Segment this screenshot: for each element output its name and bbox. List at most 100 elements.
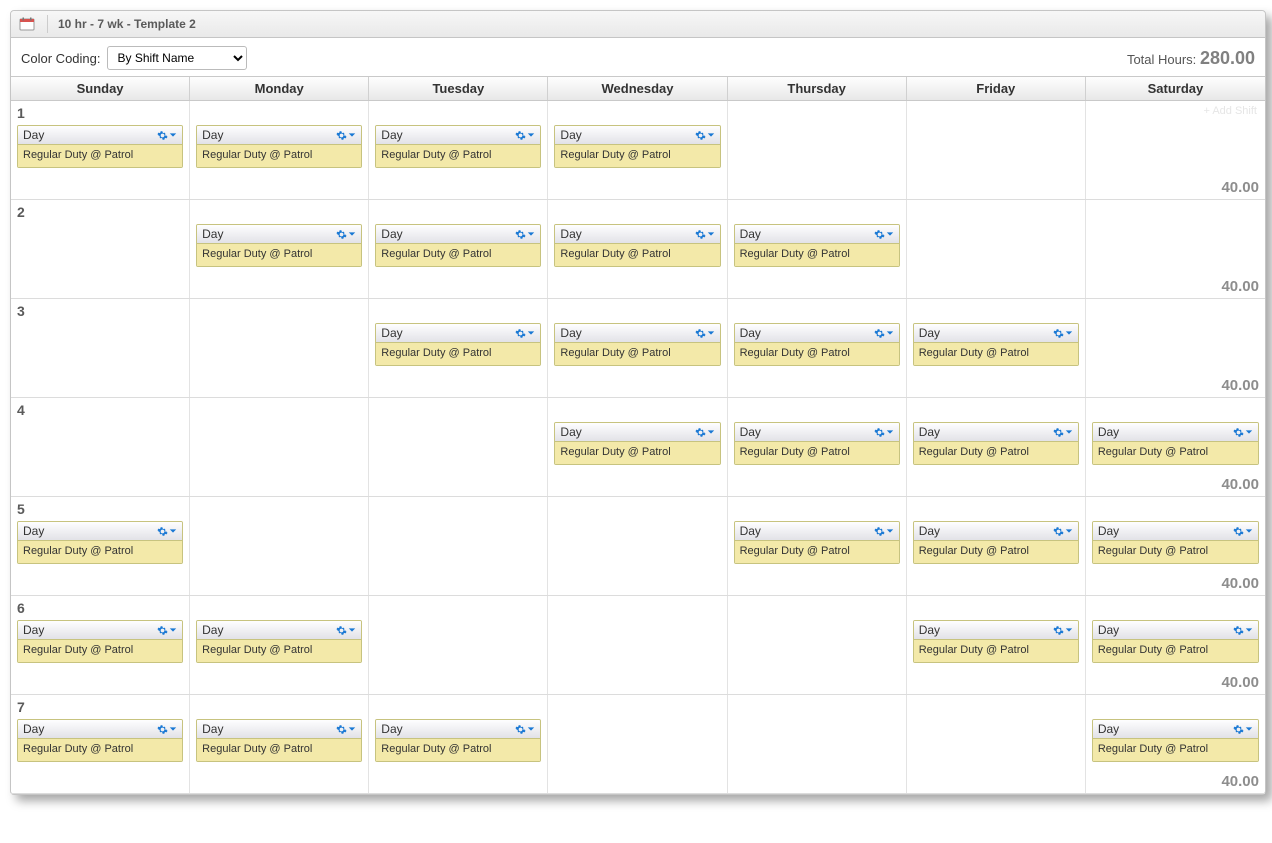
day-cell[interactable]	[907, 101, 1086, 199]
day-cell[interactable]: DayRegular Duty @ Patrol	[369, 101, 548, 199]
day-cell[interactable]: DayRegular Duty @ Patrol	[190, 101, 369, 199]
shift-menu-button[interactable]	[515, 724, 535, 735]
day-cell[interactable]: DayRegular Duty @ Patrol	[728, 497, 907, 595]
shift-card[interactable]: DayRegular Duty @ Patrol	[17, 719, 183, 762]
day-cell[interactable]	[369, 596, 548, 694]
color-coding-select[interactable]: By Shift Name	[107, 46, 247, 70]
shift-card[interactable]: DayRegular Duty @ Patrol	[734, 323, 900, 366]
shift-menu-button[interactable]	[695, 130, 715, 141]
add-shift-link[interactable]: + Add Shift	[1203, 105, 1257, 117]
shift-menu-button[interactable]	[1053, 625, 1073, 636]
day-cell[interactable]: DayRegular Duty @ Patrol	[190, 596, 369, 694]
day-cell[interactable]	[548, 695, 727, 793]
day-cell[interactable]: DayRegular Duty @ Patrol	[907, 398, 1086, 496]
day-cell[interactable]: DayRegular Duty @ Patrol	[728, 398, 907, 496]
day-cell[interactable]: DayRegular Duty @ Patrol	[548, 398, 727, 496]
shift-menu-button[interactable]	[515, 328, 535, 339]
day-cell[interactable]: DayRegular Duty @ Patrol	[190, 200, 369, 298]
shift-card[interactable]: DayRegular Duty @ Patrol	[1092, 521, 1259, 564]
day-cell[interactable]	[728, 101, 907, 199]
shift-card[interactable]: DayRegular Duty @ Patrol	[734, 422, 900, 465]
shift-menu-button[interactable]	[874, 526, 894, 537]
day-cell[interactable]	[728, 596, 907, 694]
day-cell[interactable]	[190, 398, 369, 496]
day-cell[interactable]: DayRegular Duty @ Patrol	[190, 695, 369, 793]
day-cell[interactable]: + Add Shift40.00	[1086, 101, 1265, 199]
day-cell[interactable]: DayRegular Duty @ Patrol	[548, 101, 727, 199]
shift-card[interactable]: DayRegular Duty @ Patrol	[554, 323, 720, 366]
shift-card[interactable]: DayRegular Duty @ Patrol	[913, 620, 1079, 663]
shift-menu-button[interactable]	[336, 130, 356, 141]
shift-menu-button[interactable]	[336, 625, 356, 636]
day-cell[interactable]: DayRegular Duty @ Patrol40.00	[1086, 398, 1265, 496]
day-cell[interactable]	[190, 497, 369, 595]
shift-card[interactable]: DayRegular Duty @ Patrol	[375, 224, 541, 267]
shift-card[interactable]: DayRegular Duty @ Patrol	[196, 719, 362, 762]
day-cell[interactable]: DayRegular Duty @ Patrol40.00	[1086, 596, 1265, 694]
shift-menu-button[interactable]	[695, 427, 715, 438]
day-cell[interactable]	[369, 497, 548, 595]
day-cell[interactable]: 3	[11, 299, 190, 397]
day-cell[interactable]: DayRegular Duty @ Patrol	[728, 200, 907, 298]
day-cell[interactable]: 5DayRegular Duty @ Patrol	[11, 497, 190, 595]
shift-menu-button[interactable]	[1233, 427, 1253, 438]
shift-card[interactable]: DayRegular Duty @ Patrol	[1092, 620, 1259, 663]
shift-menu-button[interactable]	[157, 130, 177, 141]
shift-card[interactable]: DayRegular Duty @ Patrol	[734, 224, 900, 267]
day-cell[interactable]: 40.00	[1086, 200, 1265, 298]
shift-menu-button[interactable]	[874, 229, 894, 240]
shift-card[interactable]: DayRegular Duty @ Patrol	[17, 521, 183, 564]
shift-menu-button[interactable]	[1233, 625, 1253, 636]
day-cell[interactable]: DayRegular Duty @ Patrol	[369, 695, 548, 793]
shift-menu-button[interactable]	[1053, 427, 1073, 438]
shift-menu-button[interactable]	[1053, 328, 1073, 339]
shift-menu-button[interactable]	[1053, 526, 1073, 537]
day-cell[interactable]: 4	[11, 398, 190, 496]
shift-menu-button[interactable]	[336, 229, 356, 240]
day-cell[interactable]	[907, 200, 1086, 298]
shift-card[interactable]: DayRegular Duty @ Patrol	[375, 125, 541, 168]
shift-menu-button[interactable]	[874, 427, 894, 438]
day-cell[interactable]: DayRegular Duty @ Patrol	[369, 299, 548, 397]
day-cell[interactable]	[190, 299, 369, 397]
shift-card[interactable]: DayRegular Duty @ Patrol	[17, 620, 183, 663]
shift-menu-button[interactable]	[1233, 526, 1253, 537]
shift-menu-button[interactable]	[157, 526, 177, 537]
day-cell[interactable]: DayRegular Duty @ Patrol40.00	[1086, 497, 1265, 595]
shift-menu-button[interactable]	[1233, 724, 1253, 735]
shift-menu-button[interactable]	[157, 625, 177, 636]
day-cell[interactable]	[548, 497, 727, 595]
shift-card[interactable]: DayRegular Duty @ Patrol	[17, 125, 183, 168]
shift-card[interactable]: DayRegular Duty @ Patrol	[375, 719, 541, 762]
shift-menu-button[interactable]	[695, 229, 715, 240]
shift-card[interactable]: DayRegular Duty @ Patrol	[913, 422, 1079, 465]
day-cell[interactable]: 1DayRegular Duty @ Patrol	[11, 101, 190, 199]
day-cell[interactable]: 2	[11, 200, 190, 298]
shift-card[interactable]: DayRegular Duty @ Patrol	[554, 422, 720, 465]
shift-menu-button[interactable]	[515, 229, 535, 240]
shift-menu-button[interactable]	[157, 724, 177, 735]
shift-card[interactable]: DayRegular Duty @ Patrol	[196, 224, 362, 267]
shift-menu-button[interactable]	[695, 328, 715, 339]
shift-card[interactable]: DayRegular Duty @ Patrol	[734, 521, 900, 564]
shift-menu-button[interactable]	[874, 328, 894, 339]
shift-card[interactable]: DayRegular Duty @ Patrol	[196, 125, 362, 168]
day-cell[interactable]: 7DayRegular Duty @ Patrol	[11, 695, 190, 793]
shift-card[interactable]: DayRegular Duty @ Patrol	[1092, 719, 1259, 762]
day-cell[interactable]	[907, 695, 1086, 793]
day-cell[interactable]: DayRegular Duty @ Patrol	[369, 200, 548, 298]
shift-card[interactable]: DayRegular Duty @ Patrol	[913, 323, 1079, 366]
day-cell[interactable]: DayRegular Duty @ Patrol	[907, 596, 1086, 694]
shift-card[interactable]: DayRegular Duty @ Patrol	[375, 323, 541, 366]
shift-menu-button[interactable]	[336, 724, 356, 735]
day-cell[interactable]	[548, 596, 727, 694]
day-cell[interactable]: DayRegular Duty @ Patrol	[907, 299, 1086, 397]
shift-menu-button[interactable]	[515, 130, 535, 141]
day-cell[interactable]: DayRegular Duty @ Patrol	[548, 200, 727, 298]
day-cell[interactable]: 40.00	[1086, 299, 1265, 397]
shift-card[interactable]: DayRegular Duty @ Patrol	[913, 521, 1079, 564]
day-cell[interactable]: DayRegular Duty @ Patrol40.00	[1086, 695, 1265, 793]
day-cell[interactable]	[728, 695, 907, 793]
day-cell[interactable]	[369, 398, 548, 496]
day-cell[interactable]: DayRegular Duty @ Patrol	[728, 299, 907, 397]
